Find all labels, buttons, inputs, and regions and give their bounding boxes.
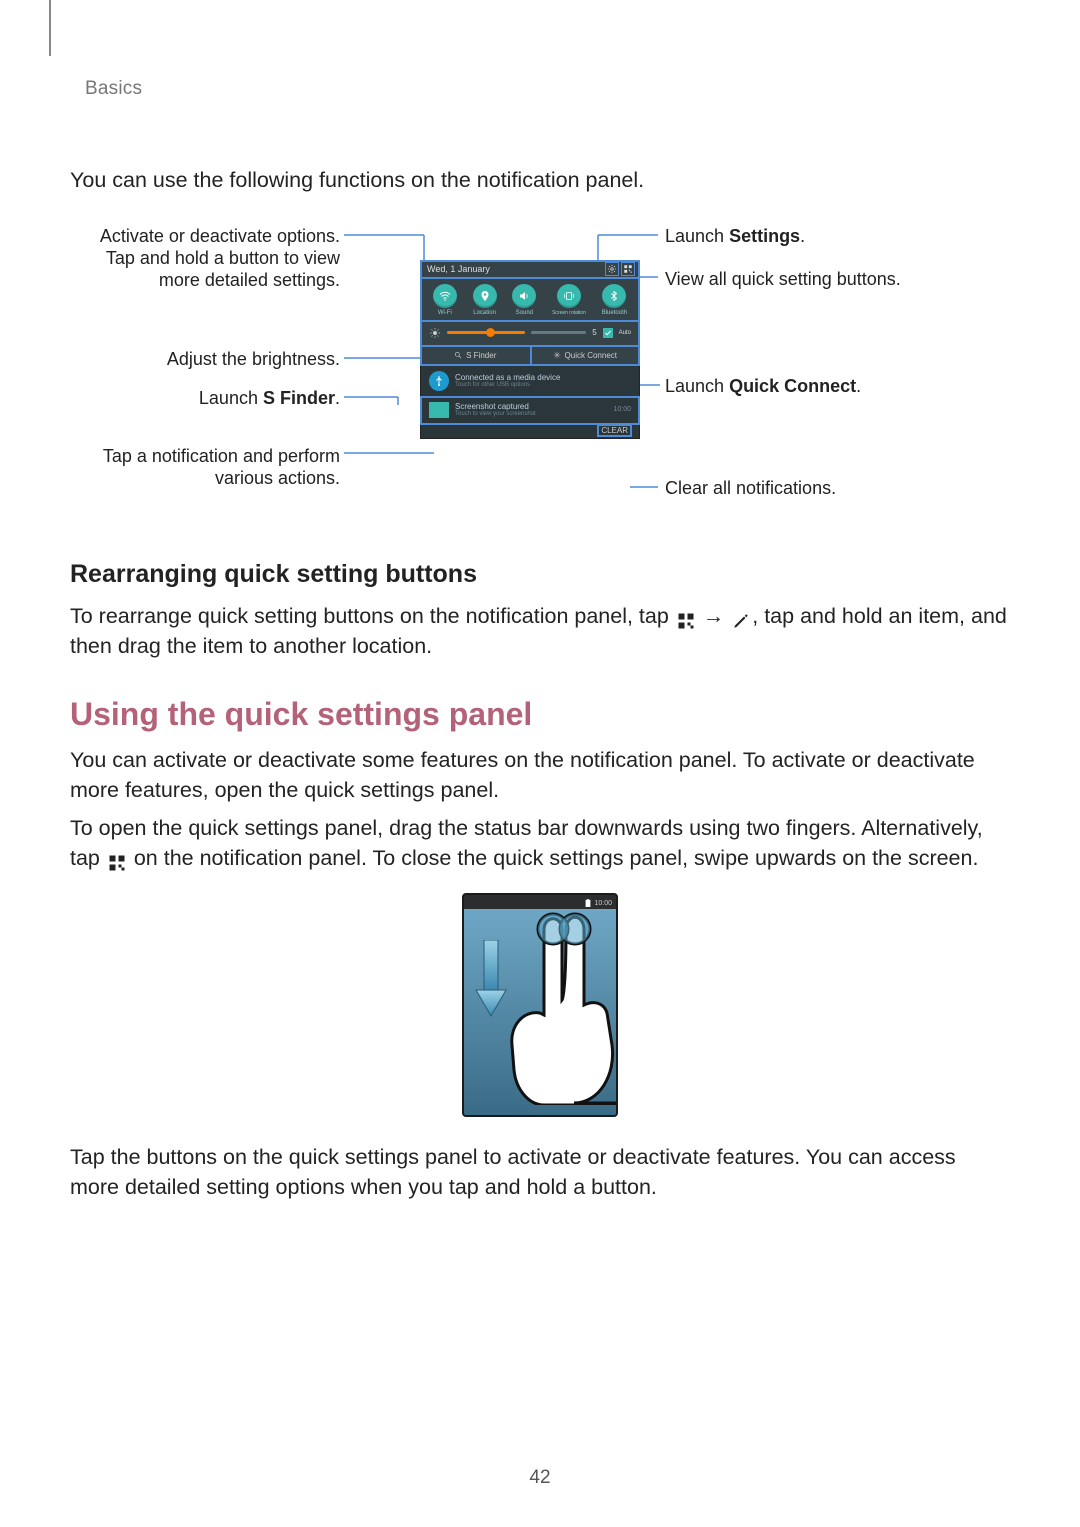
screenshot-thumb-icon: [429, 402, 449, 418]
wifi-icon: [439, 290, 451, 302]
panel-date: Wed, 1 January: [427, 264, 490, 274]
label-brightness: Adjust the brightness.: [80, 348, 340, 370]
quick-toggles-row: Wi-Fi Location Sound Screen rotation Blu…: [421, 278, 639, 321]
notification-item: Connected as a media device Touch for ot…: [421, 366, 639, 397]
label-options: Activate or deactivate options. Tap and …: [80, 225, 340, 291]
usb-icon: [429, 371, 449, 391]
para-qs-2: To open the quick settings panel, drag t…: [70, 813, 1010, 873]
bluetooth-icon: [608, 290, 620, 302]
subheading-rearrange: Rearranging quick setting buttons: [70, 560, 1010, 589]
para-rearrange: To rearrange quick setting buttons on th…: [70, 601, 1010, 661]
star-icon: [553, 351, 561, 359]
annotated-figure: Activate or deactivate options. Tap and …: [70, 215, 1010, 515]
label-sfinder: Launch S Finder.: [80, 387, 340, 409]
page-number: 42: [0, 1467, 1080, 1489]
check-icon: [604, 329, 612, 337]
notification-item: Screenshot captured Touch to view your s…: [421, 397, 639, 424]
grid-icon: [623, 264, 633, 274]
rotation-icon: [563, 290, 575, 302]
sound-icon: [518, 290, 530, 302]
pencil-icon: [732, 608, 750, 626]
gear-icon: [607, 264, 617, 274]
down-arrow-icon: [474, 940, 508, 1020]
grid-edit-icon: [677, 608, 695, 626]
brightness-row: 5 Auto: [421, 321, 639, 346]
label-quickconnect: Launch Quick Connect.: [665, 375, 965, 397]
intro-text: You can use the following functions on t…: [70, 168, 1010, 193]
section-heading-quicksettings: Using the quick settings panel: [70, 696, 1010, 733]
hand-two-fingers-icon: [504, 905, 618, 1105]
brightness-icon: [429, 327, 441, 339]
para-qs-1: You can activate or deactivate some feat…: [70, 745, 1010, 805]
gesture-figure: 10:00: [70, 893, 1010, 1117]
clear-notifications: CLEAR: [421, 424, 639, 438]
label-settings: Launch Settings.: [665, 225, 965, 247]
sfinder-button: S Finder: [421, 346, 531, 365]
location-icon: [479, 290, 491, 302]
notification-panel-mock: Wed, 1 January Wi-Fi Location Sound Scre…: [420, 260, 640, 439]
quickconnect-button: Quick Connect: [531, 346, 640, 365]
breadcrumb: Basics: [85, 78, 1010, 100]
sfinder-quickconnect-row: S Finder Quick Connect: [421, 346, 639, 366]
grid-icon: [108, 850, 126, 868]
search-icon: [454, 351, 462, 359]
label-clear: Clear all notifications.: [665, 477, 965, 499]
label-notification-action: Tap a notification and perform various a…: [80, 445, 340, 489]
label-view-all: View all quick setting buttons.: [665, 268, 965, 290]
para-qs-3: Tap the buttons on the quick settings pa…: [70, 1142, 1010, 1202]
